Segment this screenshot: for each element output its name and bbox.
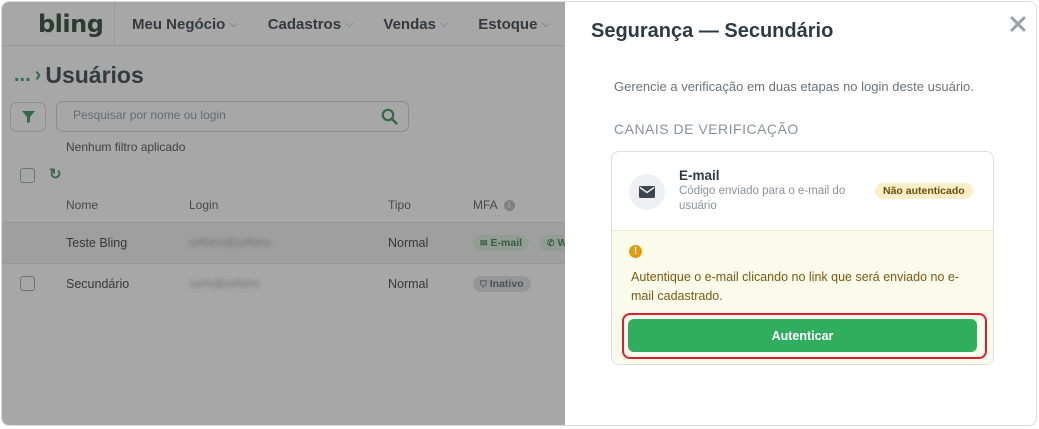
warning-panel: ! Autentique o e-mail clicando no link q… — [612, 230, 993, 364]
drawer-title: Segurança — Secundário — [591, 20, 834, 42]
email-channel-card: E-mail Código enviado para o e-mail do u… — [611, 151, 994, 365]
authenticate-button[interactable]: Autenticar — [628, 319, 977, 352]
envelope-icon — [629, 174, 665, 210]
channel-title: E-mail — [679, 168, 720, 183]
app-window: bling Meu Negócio ⌵ Cadastros ⌵ Vendas ⌵ Es… — [1, 1, 1037, 426]
drawer-description: Gerencie a verificação em duas etapas no… — [614, 79, 974, 94]
close-icon[interactable] — [1006, 12, 1030, 36]
channel-subtitle: Código enviado para o e-mail do usuário — [679, 185, 846, 212]
security-drawer: Segurança — Secundário Gerencie a verifi… — [565, 2, 1036, 425]
section-heading: CANAIS DE VERIFICAÇÃO — [614, 121, 799, 137]
warning-text: Autentique o e-mail clicando no link que… — [631, 270, 959, 303]
status-badge: Não autenticado — [875, 183, 973, 199]
warning-icon: ! — [629, 245, 642, 258]
modal-backdrop[interactable] — [2, 2, 567, 425]
